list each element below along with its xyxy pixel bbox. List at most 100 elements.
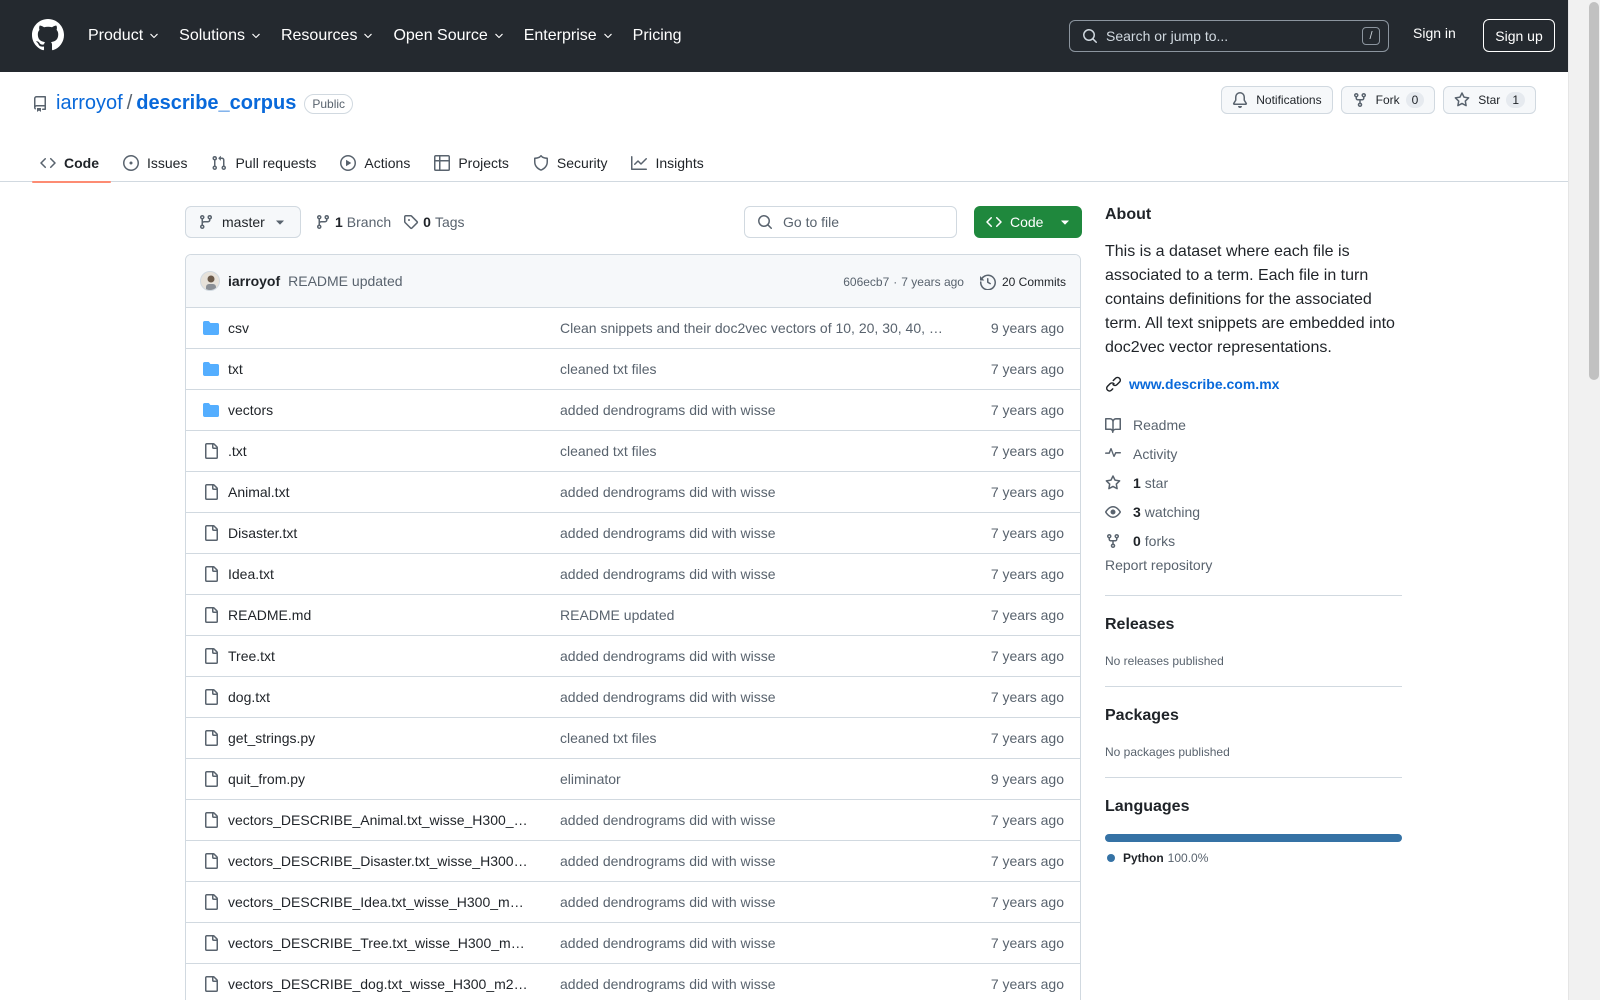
page-scrollbar[interactable] bbox=[1568, 0, 1600, 1000]
table-row[interactable]: Animal.txt added dendrograms did with wis… bbox=[186, 472, 1080, 513]
file-name-link[interactable]: Disaster.txt bbox=[228, 525, 528, 541]
file-commit-message[interactable]: Clean snippets and their doc2vec vectors… bbox=[560, 320, 945, 336]
avatar[interactable] bbox=[200, 271, 220, 291]
readme-link[interactable]: Readme bbox=[1105, 410, 1402, 439]
tab-pull-requests[interactable]: Pull requests bbox=[203, 144, 328, 182]
history-icon bbox=[979, 274, 1002, 290]
nav-label: Pricing bbox=[632, 27, 682, 44]
nav-open-source[interactable]: Open Source bbox=[393, 27, 513, 45]
file-commit-message[interactable]: README updated bbox=[560, 607, 945, 623]
table-row[interactable]: Idea.txt added dendrograms did with wisse… bbox=[186, 554, 1080, 595]
file-name-link[interactable]: vectors_DESCRIBE_Tree.txt_wisse_H300_m2.… bbox=[228, 935, 528, 951]
nav-product[interactable]: Product bbox=[88, 27, 169, 45]
tab-issues[interactable]: Issues bbox=[115, 144, 199, 182]
file-name-link[interactable]: vectors_DESCRIBE_Disaster.txt_wisse_H300… bbox=[228, 853, 528, 869]
releases-heading[interactable]: Releases bbox=[1105, 616, 1402, 634]
activity-link[interactable]: Activity bbox=[1105, 439, 1402, 468]
notifications-button[interactable]: Notifications bbox=[1221, 86, 1333, 114]
file-name-link[interactable]: vectors_DESCRIBE_Animal.txt_wisse_H300_m… bbox=[228, 812, 528, 828]
website-link[interactable]: www.describe.com.mx bbox=[1105, 376, 1402, 392]
file-commit-message[interactable]: cleaned txt files bbox=[560, 361, 945, 377]
forks-link[interactable]: 0 forks bbox=[1105, 526, 1402, 555]
issue-icon bbox=[123, 155, 147, 171]
stars-link[interactable]: 1 star bbox=[1105, 468, 1402, 497]
nav-resources[interactable]: Resources bbox=[281, 27, 383, 45]
repo-name-link[interactable]: describe_corpus bbox=[136, 92, 296, 115]
table-row[interactable]: vectors added dendrograms did with wisse 7… bbox=[186, 390, 1080, 431]
table-row[interactable]: Tree.txt added dendrograms did with wisse… bbox=[186, 636, 1080, 677]
table-row[interactable]: .txt cleaned txt files 7 years ago bbox=[186, 431, 1080, 472]
table-row[interactable]: vectors_DESCRIBE_dog.txt_wisse_H300_m2.m… bbox=[186, 964, 1080, 1000]
global-search-input[interactable]: Search or jump to... / bbox=[1069, 20, 1389, 52]
file-name-link[interactable]: vectors_DESCRIBE_Idea.txt_wisse_H300_m2.… bbox=[228, 894, 528, 910]
table-row[interactable]: quit_from.py eliminator 9 years ago bbox=[186, 759, 1080, 800]
file-name-link[interactable]: README.md bbox=[228, 607, 528, 623]
table-row[interactable]: dog.txt added dendrograms did with wisse 7… bbox=[186, 677, 1080, 718]
file-commit-message[interactable]: eliminator bbox=[560, 771, 945, 787]
table-row[interactable]: vectors_DESCRIBE_Animal.txt_wisse_H300_m… bbox=[186, 800, 1080, 841]
file-commit-message[interactable]: added dendrograms did with wisse bbox=[560, 689, 945, 705]
table-row[interactable]: vectors_DESCRIBE_Disaster.txt_wisse_H300… bbox=[186, 841, 1080, 882]
file-commit-message[interactable]: added dendrograms did with wisse bbox=[560, 935, 945, 951]
file-name-link[interactable]: dog.txt bbox=[228, 689, 528, 705]
star-button[interactable]: Star 1 bbox=[1443, 86, 1536, 114]
nav-label: Resources bbox=[280, 27, 358, 44]
report-repository-link[interactable]: Report repository bbox=[1105, 557, 1402, 581]
file-commit-message[interactable]: added dendrograms did with wisse bbox=[560, 853, 945, 869]
file-commit-message[interactable]: added dendrograms did with wisse bbox=[560, 566, 945, 582]
file-commit-message[interactable]: added dendrograms did with wisse bbox=[560, 484, 945, 500]
commits-history-link[interactable]: 20 Commits bbox=[979, 274, 1066, 290]
file-commit-message[interactable]: cleaned txt files bbox=[560, 730, 945, 746]
file-commit-message[interactable]: added dendrograms did with wisse bbox=[560, 525, 945, 541]
repo-title: iarroyof / describe_corpus Public bbox=[32, 92, 354, 115]
language-item-python[interactable]: Python 100.0% bbox=[1105, 851, 1402, 865]
table-row[interactable]: txt cleaned txt files 7 years ago bbox=[186, 349, 1080, 390]
file-name-link[interactable]: Idea.txt bbox=[228, 566, 528, 582]
scrollbar-thumb[interactable] bbox=[1589, 2, 1599, 380]
nav-pricing[interactable]: Pricing bbox=[633, 27, 691, 45]
file-commit-message[interactable]: added dendrograms did with wisse bbox=[560, 812, 945, 828]
file-name-link[interactable]: vectors_DESCRIBE_dog.txt_wisse_H300_m2.m… bbox=[228, 976, 528, 992]
watchers-link[interactable]: 3 watching bbox=[1105, 497, 1402, 526]
file-name-link[interactable]: vectors bbox=[228, 402, 528, 418]
tab-projects[interactable]: Projects bbox=[426, 144, 521, 182]
branches-link[interactable]: 1 Branch bbox=[315, 214, 391, 230]
table-row[interactable]: vectors_DESCRIBE_Idea.txt_wisse_H300_m2.… bbox=[186, 882, 1080, 923]
table-row[interactable]: Disaster.txt added dendrograms did with w… bbox=[186, 513, 1080, 554]
file-name-link[interactable]: Animal.txt bbox=[228, 484, 528, 500]
tab-actions[interactable]: Actions bbox=[332, 144, 422, 182]
table-row[interactable]: README.md README updated 7 years ago bbox=[186, 595, 1080, 636]
commit-hash[interactable]: 606ecb7 bbox=[843, 275, 889, 289]
file-commit-message[interactable]: added dendrograms did with wisse bbox=[560, 894, 945, 910]
commit-author[interactable]: iarroyof bbox=[228, 273, 280, 289]
packages-heading[interactable]: Packages bbox=[1105, 707, 1402, 725]
tab-code[interactable]: Code bbox=[32, 144, 111, 183]
go-to-file-input[interactable]: Go to file bbox=[744, 206, 957, 238]
table-row[interactable]: vectors_DESCRIBE_Tree.txt_wisse_H300_m2.… bbox=[186, 923, 1080, 964]
file-commit-message[interactable]: cleaned txt files bbox=[560, 443, 945, 459]
file-name-link[interactable]: get_strings.py bbox=[228, 730, 528, 746]
file-name-link[interactable]: quit_from.py bbox=[228, 771, 528, 787]
file-name-link[interactable]: txt bbox=[228, 361, 528, 377]
table-row[interactable]: get_strings.py cleaned txt files 7 years a… bbox=[186, 718, 1080, 759]
tags-link[interactable]: 0 Tags bbox=[403, 214, 465, 230]
branch-select-button[interactable]: master bbox=[185, 206, 301, 238]
github-logo-icon[interactable] bbox=[32, 19, 64, 51]
file-commit-message[interactable]: added dendrograms did with wisse bbox=[560, 648, 945, 664]
sign-in-link[interactable]: Sign in bbox=[1413, 25, 1456, 41]
code-dropdown-button[interactable]: Code bbox=[974, 206, 1082, 238]
tab-security[interactable]: Security bbox=[525, 144, 620, 182]
file-commit-message[interactable]: added dendrograms did with wisse bbox=[560, 402, 945, 418]
nav-solutions[interactable]: Solutions bbox=[179, 27, 271, 45]
sign-up-button[interactable]: Sign up bbox=[1483, 19, 1555, 52]
repo-owner-link[interactable]: iarroyof bbox=[56, 92, 123, 115]
file-name-link[interactable]: .txt bbox=[228, 443, 528, 459]
commit-message[interactable]: README updated bbox=[288, 273, 402, 289]
file-name-link[interactable]: csv bbox=[228, 320, 528, 336]
table-row[interactable]: csv Clean snippets and their doc2vec vect… bbox=[186, 308, 1080, 349]
file-name-link[interactable]: Tree.txt bbox=[228, 648, 528, 664]
fork-button[interactable]: Fork 0 bbox=[1340, 86, 1436, 114]
file-commit-message[interactable]: added dendrograms did with wisse bbox=[560, 976, 945, 992]
tab-insights[interactable]: Insights bbox=[623, 144, 715, 182]
nav-enterprise[interactable]: Enterprise bbox=[524, 27, 623, 45]
